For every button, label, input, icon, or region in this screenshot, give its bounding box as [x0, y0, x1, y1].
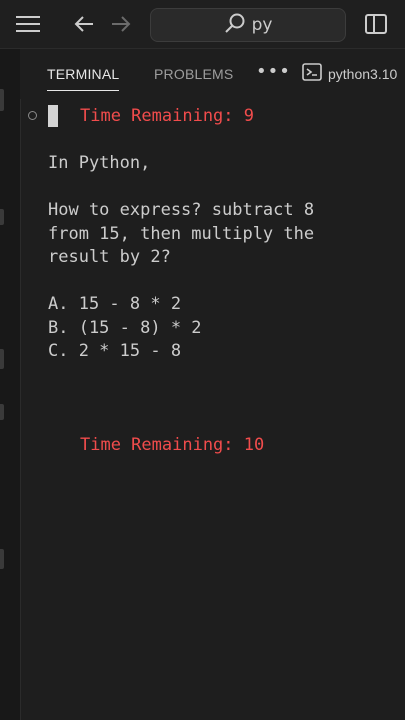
timer-top: Time Remaining: 9 [80, 106, 254, 126]
arrow-left-icon[interactable] [70, 10, 98, 38]
arrow-right-icon[interactable] [107, 10, 135, 38]
option-b: B. (15 - 8) * 2 [48, 318, 202, 338]
activity-marker [0, 209, 4, 225]
tab-terminal[interactable]: TERMINAL [47, 66, 120, 91]
title-bar: py [0, 0, 405, 49]
activity-marker [0, 404, 4, 420]
terminal-cursor [48, 105, 58, 127]
option-c: C. 2 * 15 - 8 [48, 341, 182, 361]
option-a: A. 15 - 8 * 2 [48, 294, 182, 314]
activity-marker [0, 89, 4, 111]
split-panel-icon[interactable] [362, 10, 390, 38]
question-line-2: from 15, then multiply the [48, 224, 315, 244]
question-line-1: How to express? subtract 8 [48, 200, 315, 220]
command-decoration-icon [28, 111, 37, 120]
activity-marker [0, 349, 4, 369]
intro-line: In Python, [48, 153, 151, 173]
terminal-icon [302, 63, 322, 84]
terminal-output[interactable]: Time Remaining: 9 In Python, How to expr… [20, 99, 405, 720]
hamburger-menu-icon[interactable] [14, 10, 42, 38]
terminal-name: python3.10 [328, 65, 398, 82]
activity-marker [0, 549, 4, 569]
more-actions-icon[interactable]: ••• [256, 61, 291, 82]
search-text: py [251, 15, 273, 35]
timer-bottom: Time Remaining: 10 [80, 435, 265, 455]
panel-tab-bar: TERMINAL PROBLEMS ••• python3.10 [20, 49, 405, 99]
tab-problems[interactable]: PROBLEMS [154, 66, 233, 82]
activity-bar [0, 49, 21, 720]
search-icon [224, 13, 246, 38]
terminal-instance[interactable]: python3.10 [302, 63, 397, 84]
question-line-3: result by 2? [48, 247, 171, 267]
command-search-box[interactable]: py [150, 8, 346, 42]
